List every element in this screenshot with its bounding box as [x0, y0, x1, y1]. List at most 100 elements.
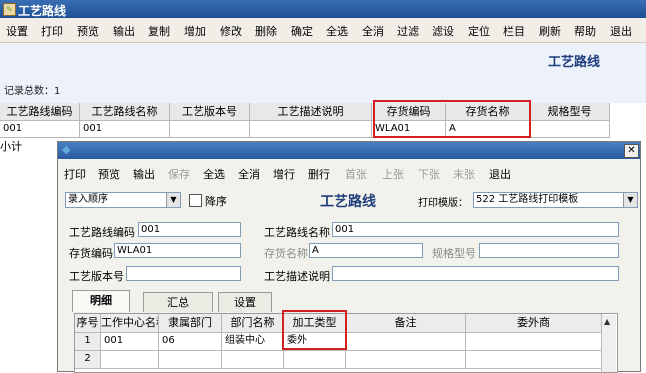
- toolbar-filter-button[interactable]: 过滤: [397, 23, 419, 39]
- toolbar-export-button[interactable]: 输出: [113, 23, 135, 39]
- dialog-export-button[interactable]: 输出: [133, 166, 155, 182]
- table-cell[interactable]: [170, 121, 250, 138]
- route-code-label: 工艺路线编码: [69, 226, 135, 239]
- grid-cell[interactable]: [466, 351, 602, 369]
- grid-cell[interactable]: [222, 351, 284, 369]
- toolbar-delete-button[interactable]: 删除: [255, 23, 277, 39]
- toolbar-preview-button[interactable]: 预览: [77, 23, 99, 39]
- scroll-up-icon[interactable]: ▲: [604, 317, 610, 326]
- dialog-heading: 工艺路线: [320, 194, 376, 210]
- table-cell[interactable]: 001: [80, 121, 170, 138]
- grid-row-number: 1: [75, 333, 101, 351]
- outer-page-heading: 工艺路线: [548, 55, 601, 70]
- version-field[interactable]: [126, 266, 241, 281]
- inventory-code-field[interactable]: WLA01: [114, 243, 241, 258]
- toolbar-copy-button[interactable]: 复制: [148, 23, 170, 39]
- toolbar-select-all-button[interactable]: 全选: [326, 23, 348, 39]
- dialog-exit-button[interactable]: 退出: [489, 166, 511, 182]
- version-label: 工艺版本号: [69, 270, 124, 283]
- outer-window-title: 工艺路线: [18, 4, 67, 18]
- toolbar-add-button[interactable]: 增加: [184, 23, 206, 39]
- tab-settings[interactable]: 设置: [218, 292, 272, 312]
- highlight-box: [282, 310, 347, 350]
- grid-scrollbar[interactable]: ▲: [601, 315, 616, 372]
- toolbar-settings-button[interactable]: 设置: [6, 23, 28, 39]
- print-template-select[interactable]: 522 工艺路线打印模板 ▼: [473, 192, 638, 208]
- grid-cell[interactable]: 001: [101, 333, 159, 351]
- dialog-preview-button[interactable]: 预览: [98, 166, 120, 182]
- toolbar-refresh-button[interactable]: 刷新: [539, 23, 561, 39]
- toolbar-exit-button[interactable]: 退出: [610, 23, 632, 39]
- description-label: 工艺描述说明: [264, 270, 330, 283]
- grid-cell[interactable]: [101, 351, 159, 369]
- inventory-name-label: 存货名称: [264, 247, 308, 260]
- column-header-route-name[interactable]: 工艺路线名称: [80, 103, 170, 121]
- tab-detail[interactable]: 明细: [72, 290, 130, 312]
- dialog-select-all-button[interactable]: 全选: [203, 166, 225, 182]
- tab-summary[interactable]: 汇总: [143, 292, 213, 312]
- table-cell[interactable]: [250, 121, 372, 138]
- grid-row-number: 2: [75, 351, 101, 369]
- spec-field[interactable]: [479, 243, 619, 258]
- chevron-down-icon[interactable]: ▼: [623, 193, 637, 207]
- app-icon: ✎: [3, 3, 16, 16]
- grid-cell[interactable]: [346, 351, 466, 369]
- desc-checkbox[interactable]: [189, 194, 202, 207]
- inventory-name-field[interactable]: A: [309, 243, 423, 258]
- grid-cell[interactable]: 06: [159, 333, 222, 351]
- close-icon[interactable]: ✕: [624, 144, 639, 158]
- toolbar-edit-button[interactable]: 修改: [220, 23, 242, 39]
- order-select[interactable]: 录入顺序 ▼: [65, 192, 181, 208]
- order-select-value: 录入顺序: [68, 194, 108, 205]
- route-name-field[interactable]: 001: [332, 222, 619, 237]
- grid-header-workcenter[interactable]: 工作中心名称: [101, 314, 159, 333]
- description-field[interactable]: [332, 266, 619, 281]
- toolbar-help-button[interactable]: 帮助: [574, 23, 596, 39]
- route-code-field[interactable]: 001: [138, 222, 241, 237]
- toolbar-clear-all-button[interactable]: 全消: [362, 23, 384, 39]
- outer-toolbar: 设置 打印 预览 输出 复制 增加 修改 删除 确定 全选 全消 过滤 滤设 定…: [0, 18, 646, 43]
- toolbar-confirm-button[interactable]: 确定: [291, 23, 313, 39]
- grid-cell[interactable]: 组装中心: [222, 333, 284, 351]
- column-header-spec[interactable]: 规格型号: [530, 103, 610, 121]
- toolbar-columns-button[interactable]: 栏目: [503, 23, 525, 39]
- grid-cell[interactable]: [159, 351, 222, 369]
- chevron-down-icon[interactable]: ▼: [166, 193, 180, 207]
- desc-checkbox-label: 降序: [205, 195, 227, 208]
- dialog-save-button[interactable]: 保存: [168, 166, 190, 182]
- column-header-version[interactable]: 工艺版本号: [170, 103, 250, 121]
- subtotal-label: 小计: [0, 140, 22, 153]
- dialog-clear-all-button[interactable]: 全消: [238, 166, 260, 182]
- grid-cell[interactable]: [466, 333, 602, 351]
- dialog-add-row-button[interactable]: 增行: [273, 166, 295, 182]
- grid-cell[interactable]: [346, 333, 466, 351]
- print-template-value: 522 工艺路线打印模板: [476, 194, 579, 205]
- table-cell[interactable]: 001: [0, 121, 80, 138]
- dialog-app-icon: ◆: [62, 143, 71, 156]
- spec-label: 规格型号: [432, 247, 476, 260]
- grid-header-remark[interactable]: 备注: [346, 314, 466, 333]
- dialog-first-button[interactable]: 首张: [345, 166, 367, 182]
- dialog-print-button[interactable]: 打印: [64, 166, 86, 182]
- outer-title-bar: ✎ 工艺路线: [0, 0, 646, 18]
- grid-cell[interactable]: [284, 351, 346, 369]
- dialog-next-button[interactable]: 下张: [418, 166, 440, 182]
- dialog-last-button[interactable]: 末张: [453, 166, 475, 182]
- dialog-delete-row-button[interactable]: 删行: [308, 166, 330, 182]
- route-name-label: 工艺路线名称: [264, 226, 330, 239]
- toolbar-filter-settings-button[interactable]: 滤设: [432, 23, 454, 39]
- grid-header-dept[interactable]: 隶属部门: [159, 314, 222, 333]
- column-header-description[interactable]: 工艺描述说明: [250, 103, 372, 121]
- route-dialog: ◆ ✕ 打印 预览 输出 保存 全选 全消 增行 删行 首张 上张 下张 末张 …: [57, 141, 641, 373]
- record-count: 记录总数：1: [4, 86, 61, 97]
- grid-header-seq[interactable]: 序号: [75, 314, 101, 333]
- dialog-prev-button[interactable]: 上张: [382, 166, 404, 182]
- column-header-route-code[interactable]: 工艺路线编码: [0, 103, 80, 121]
- toolbar-print-button[interactable]: 打印: [41, 23, 63, 39]
- grid-header-dept-name[interactable]: 部门名称: [222, 314, 284, 333]
- toolbar-locate-button[interactable]: 定位: [468, 23, 490, 39]
- highlight-box: [373, 100, 531, 138]
- print-template-label: 打印模版：: [418, 198, 468, 209]
- grid-header-subcontractor[interactable]: 委外商: [466, 314, 602, 333]
- table-cell[interactable]: [530, 121, 610, 138]
